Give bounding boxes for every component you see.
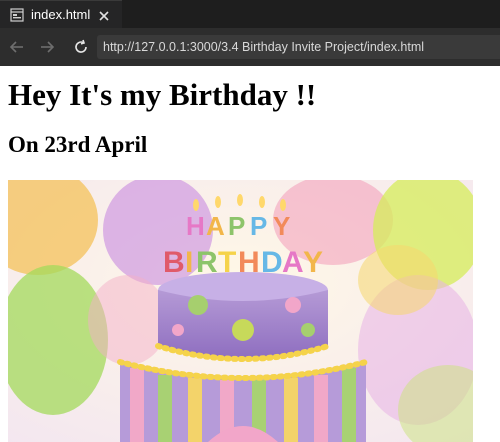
svg-text:H: H [186,211,205,241]
tab-title: index.html [31,7,91,22]
reload-icon[interactable] [72,38,90,56]
back-arrow-icon[interactable] [8,38,26,56]
svg-text:A: A [282,246,304,279]
forward-arrow-icon[interactable] [38,38,56,56]
svg-text:P: P [250,211,267,241]
file-preview-icon [10,7,24,22]
birthday-cake-image: H A P P Y B I R T H D A Y [8,180,473,442]
address-bar[interactable]: http://127.0.0.1:3000/3.4 Birthday Invit… [97,35,500,59]
svg-text:A: A [206,211,225,241]
browser-toolbar: http://127.0.0.1:3000/3.4 Birthday Invit… [0,28,500,66]
svg-text:I: I [185,246,193,279]
svg-text:B: B [163,246,185,279]
tab-index[interactable]: index.html [0,0,122,28]
close-icon[interactable] [98,9,110,21]
page-heading: Hey It's my Birthday !! [8,77,317,112]
svg-text:Y: Y [273,211,290,241]
svg-text:P: P [228,211,245,241]
page-subheading: On 23rd April [8,132,148,157]
page-content: Hey It's my Birthday !! On 23rd April H … [0,66,500,442]
tab-bar: index.html [0,0,500,28]
url-text[interactable]: http://127.0.0.1:3000/3.4 Birthday Invit… [103,40,424,54]
svg-text:Y: Y [303,246,323,279]
